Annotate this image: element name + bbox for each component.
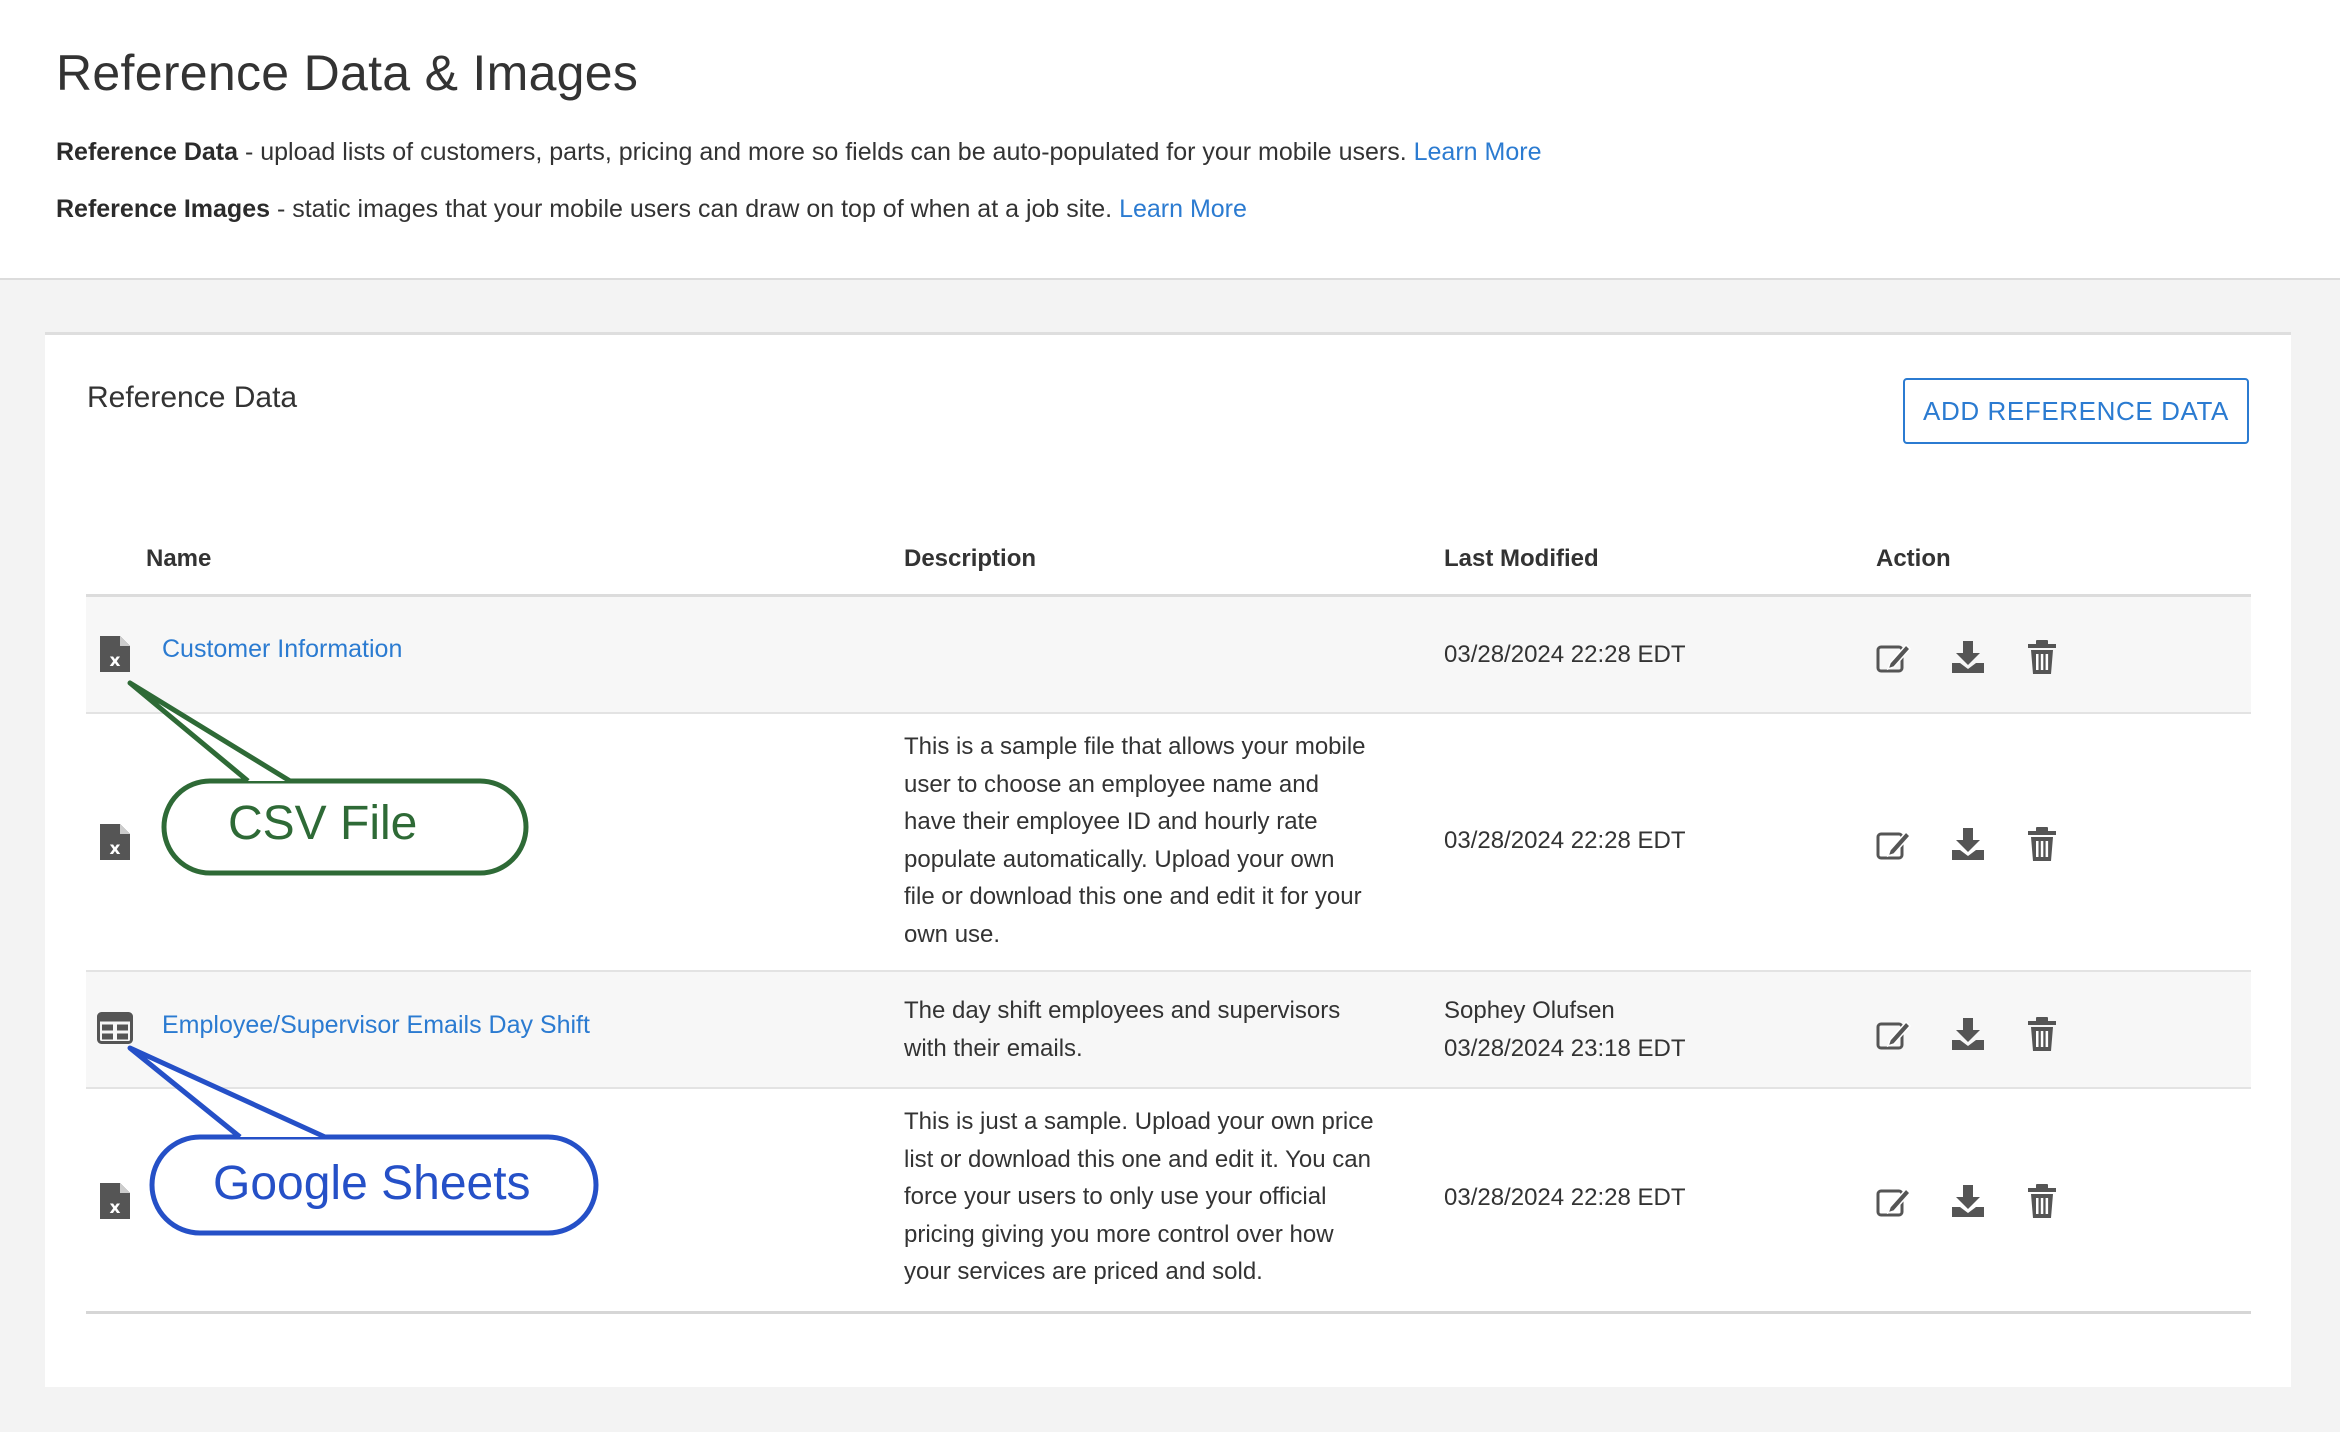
table-row: Employee/Supervisor Emails Day Shift The… [86,972,2251,1089]
description-line: list or download this one and edit it. Y… [904,1145,1371,1173]
page-header: Reference Data & Images Reference Data -… [0,0,2340,280]
description-line: own use. [904,920,1001,948]
description-line: This is a sample file that allows your m… [904,733,1366,760]
edit-icon[interactable] [1876,1183,1912,1219]
intro-text: - upload lists of customers, parts, pric… [238,138,1414,166]
modified-date: 03/28/2024 23:18 EDT [1444,1034,1686,1062]
edit-icon[interactable] [1876,826,1912,862]
last-modified: 03/28/2024 22:28 EDT [1444,822,1686,860]
svg-text:x: x [110,651,121,671]
description-line: with their emails. [904,1034,1083,1062]
row-actions [1876,826,2076,862]
file-name-link[interactable]: Employee/Supervisor Emails Day Shift [162,1011,590,1040]
reference-data-card: Reference Data ADD REFERENCE DATA Name D… [45,332,2291,1387]
file-name-link[interactable]: Customer Information [162,635,402,664]
learn-more-link-images[interactable]: Learn More [1119,195,1247,223]
description-line: have their employee ID and hourly rate [904,808,1318,835]
download-icon[interactable] [1950,1183,1986,1219]
column-header-name: Name [146,545,212,572]
download-icon[interactable] [1950,639,1986,675]
modified-date: 03/28/2024 22:28 EDT [1444,1184,1686,1211]
column-header-last-modified: Last Modified [1444,545,1599,572]
excel-file-icon: x [100,824,130,860]
last-modified: 03/28/2024 22:28 EDT [1444,636,1686,674]
row-description: This is a sample file that allows your m… [904,728,1444,953]
description-line: your services are priced and sold. [904,1258,1263,1285]
modified-date: 03/28/2024 22:28 EDT [1444,827,1686,854]
svg-text:x: x [110,839,121,859]
google-sheets-callout-label: Google Sheets [213,1157,531,1210]
card-title: Reference Data [87,381,298,414]
trash-icon[interactable] [2024,1016,2060,1052]
column-header-description: Description [904,545,1037,572]
svg-text:x: x [110,1198,121,1218]
download-icon[interactable] [1950,1016,1986,1052]
trash-icon[interactable] [2024,1183,2060,1219]
intro-text: - static images that your mobile users c… [270,195,1120,223]
row-description: This is just a sample. Upload your own p… [904,1103,1444,1291]
trash-icon[interactable] [2024,639,2060,675]
reference-images-intro: Reference Images - static images that yo… [56,195,1247,224]
description-line: force your users to only use your offici… [904,1183,1327,1210]
description-line: pricing giving you more control over how [904,1220,1334,1248]
trash-icon[interactable] [2024,826,2060,862]
description-line: The day shift employees and supervisors [904,997,1341,1024]
last-modified: Sophey Olufsen 03/28/2024 23:18 EDT [1444,992,1686,1067]
reference-data-intro: Reference Data - upload lists of custome… [56,138,1541,167]
row-actions [1876,1183,2076,1219]
excel-file-icon: x [100,1183,130,1219]
description-line: file or download this one and edit it fo… [904,883,1362,910]
modified-by: Sophey Olufsen [1444,997,1615,1024]
intro-term: Reference Data [56,138,239,166]
learn-more-link-data[interactable]: Learn More [1414,138,1542,166]
description-line: user to choose an employee name and [904,770,1319,798]
csv-file-callout-label: CSV File [228,797,418,850]
last-modified: 03/28/2024 22:28 EDT [1444,1179,1686,1217]
description-line: populate automatically. Upload your own [904,845,1335,873]
row-description: The day shift employees and supervisors … [904,992,1444,1067]
row-actions [1876,639,2076,675]
intro-term: Reference Images [56,195,271,223]
edit-icon[interactable] [1876,639,1912,675]
edit-icon[interactable] [1876,1016,1912,1052]
download-icon[interactable] [1950,826,1986,862]
column-header-action: Action [1876,545,1951,572]
add-reference-data-button[interactable]: ADD REFERENCE DATA [1903,378,2249,444]
modified-date: 03/28/2024 22:28 EDT [1444,641,1686,668]
row-actions [1876,1016,2076,1052]
page-title: Reference Data & Images [56,45,639,101]
excel-file-icon: x [100,636,130,672]
description-line: This is just a sample. Upload your own p… [904,1108,1374,1135]
google-sheets-icon [97,1012,133,1044]
table-row: x Customer Information 03/28/2024 22:28 … [86,597,2251,714]
table-header: Name Description Last Modified Action [86,535,2251,597]
